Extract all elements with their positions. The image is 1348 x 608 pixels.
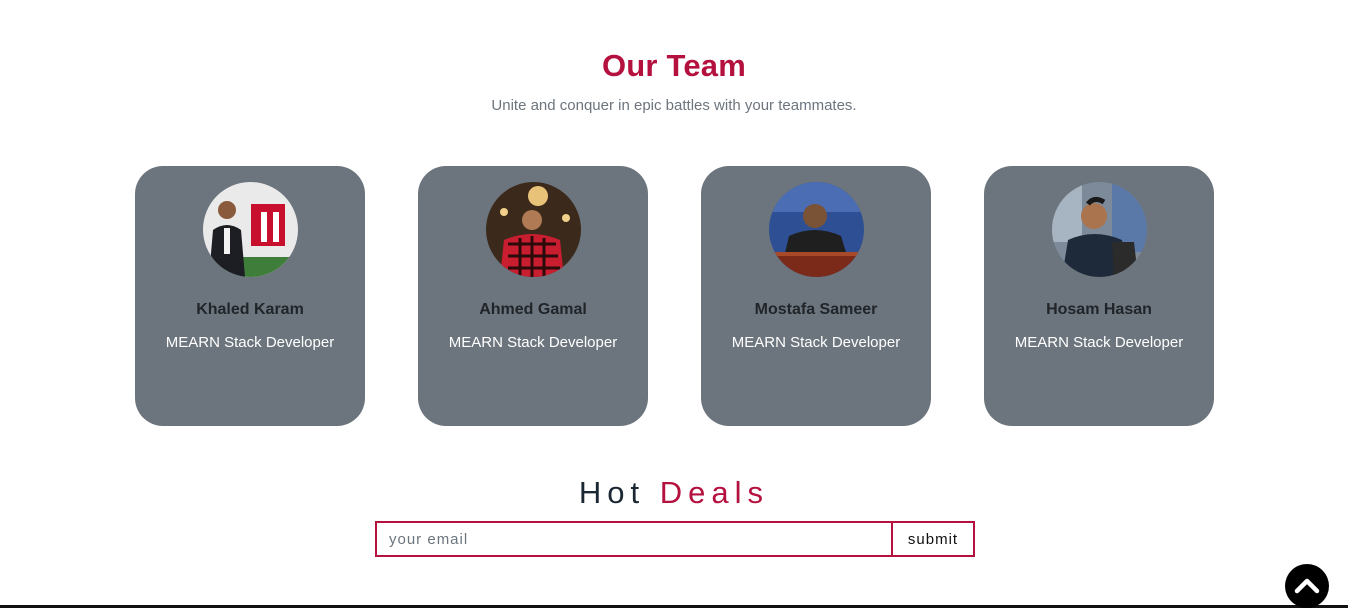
- avatar: [486, 182, 581, 277]
- hot-deals-title-word2: Deals: [659, 475, 770, 510]
- chevron-up-icon: [1294, 578, 1320, 594]
- page: Our Team Unite and conquer in epic battl…: [0, 0, 1348, 608]
- member-role: MEARN Stack Developer: [165, 334, 335, 351]
- member-name: Khaled Karam: [196, 301, 304, 318]
- avatar: [203, 182, 298, 277]
- team-cards: Khaled Karam MEARN Stack Developer Ahmed…: [135, 166, 1214, 426]
- newsletter-form: submit: [375, 521, 975, 557]
- member-name: Ahmed Gamal: [479, 301, 587, 318]
- avatar: [1052, 182, 1147, 277]
- member-role: MEARN Stack Developer: [448, 334, 618, 351]
- team-section-title: Our Team: [601, 48, 746, 83]
- team-card: Mostafa Sameer MEARN Stack Developer: [701, 166, 931, 426]
- hot-deals-title-word1: Hot: [578, 475, 646, 510]
- hot-deals-title: Hot Deals: [0, 475, 1348, 511]
- avatar: [769, 182, 864, 277]
- member-name: Mostafa Sameer: [754, 301, 878, 318]
- member-role: MEARN Stack Developer: [731, 334, 901, 351]
- member-role: MEARN Stack Developer: [1014, 334, 1184, 351]
- scroll-to-top-button[interactable]: [1285, 564, 1329, 608]
- submit-button[interactable]: submit: [891, 523, 973, 555]
- email-input[interactable]: [377, 523, 891, 555]
- team-card: Hosam Hasan MEARN Stack Developer: [984, 166, 1214, 426]
- team-section-subtitle: Unite and conquer in epic battles with y…: [491, 97, 857, 114]
- team-card: Ahmed Gamal MEARN Stack Developer: [418, 166, 648, 426]
- member-name: Hosam Hasan: [1046, 301, 1152, 318]
- team-card: Khaled Karam MEARN Stack Developer: [135, 166, 365, 426]
